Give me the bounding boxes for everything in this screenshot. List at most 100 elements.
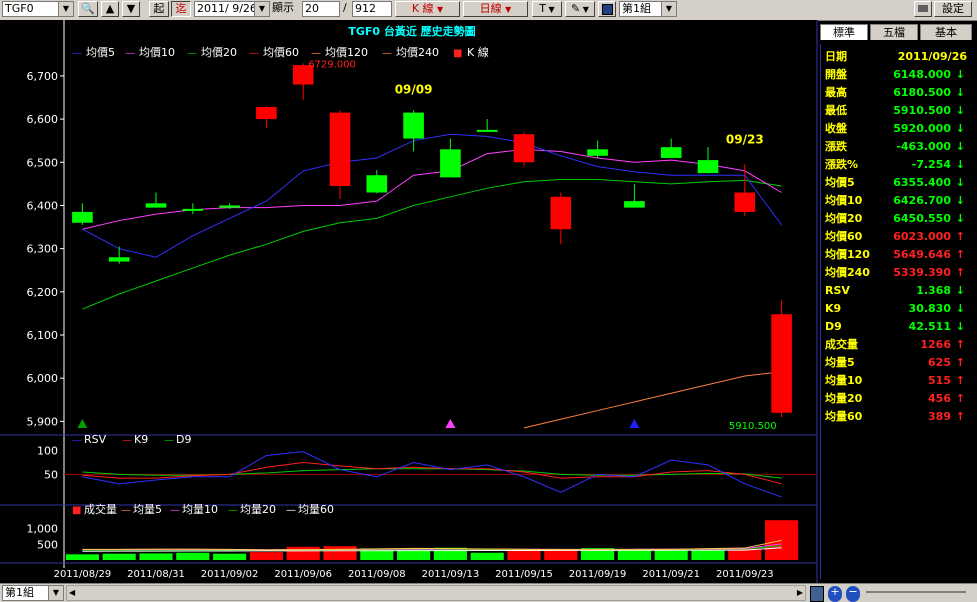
legend-label: K9 [134,433,148,446]
chart-type-button[interactable]: K 線 ▼ [395,1,460,17]
info-label: 最高 [825,86,847,99]
symbol-select[interactable]: TGF0 ▼ [2,1,74,17]
info-value: 1266 [920,338,951,351]
info-value: 515 [928,374,951,387]
volume-bar [249,552,283,560]
latest-button[interactable]: 迄 [171,1,191,17]
print-button[interactable] [914,1,932,17]
info-value: 6023.000 [893,230,951,243]
legend-label: 均量20 [240,503,276,516]
info-row: 收盤 5920.000 ↓ [825,120,971,138]
info-row: 均量20 456 ↑ [825,390,971,408]
chevron-down-icon[interactable]: ▼ [254,2,269,16]
scroll-left-icon[interactable]: ◀ [69,586,75,600]
info-value: 6180.500 [893,86,951,99]
search-button[interactable]: 🔍 [78,1,98,17]
legend-marker: — [286,505,296,516]
volume-bar [617,550,651,560]
arrow-up-icon: ↑ [955,230,965,243]
info-value: 5649.646 [893,248,951,261]
candle-body [329,112,351,187]
info-value: 6426.700 [893,194,951,207]
zoom-fit-icon[interactable] [810,586,824,602]
legend-marker: — [164,435,174,446]
legend-marker: — [72,48,82,59]
info-row: 漲跌 -463.000 ↓ [825,138,971,156]
zoom-in-icon[interactable]: + [828,586,842,602]
chevron-down-icon[interactable]: ▼ [48,586,63,600]
toolbar: TGF0 ▼ 🔍 ▲ ▼ 起 迄 2011/ 9/26 ▼ 顯示 20 / 91… [0,0,977,21]
date-select[interactable]: 2011/ 9/26 ▼ [194,1,270,17]
display-count-input[interactable]: 20 [302,1,340,17]
info-row: 均價20 6450.550 ↓ [825,210,971,228]
volume-bar [765,520,799,560]
stock-chart[interactable]: TGF0 台黃近 歷史走勢圖 — 均價5 — 均價10 — 均價20 — 均價60 — 均價120 —… [0,20,818,583]
draw-tool-button[interactable]: ✎ ▼ [565,1,595,17]
candle-body [108,257,130,262]
scroll-right-icon[interactable]: ▶ [797,586,803,600]
volume-bar [397,549,431,560]
chevron-down-icon[interactable]: ▼ [661,2,676,16]
volume-bar [286,546,320,560]
move-up-button[interactable]: ▲ [101,1,119,17]
y-tick-label: 6,200 [27,286,59,299]
info-label: 漲跌 [825,140,847,153]
start-button[interactable]: 起 [149,1,169,17]
y-tick-label: 6,600 [27,113,59,126]
group-select[interactable]: 第1組 ▼ [619,1,677,17]
candle-body [734,192,756,212]
legend-label: 均價120 [325,45,368,59]
info-row: RSV 1.368 ↓ [825,282,971,300]
legend-marker: ■ [72,505,81,516]
info-row: 成交量 1266 ↑ [825,336,971,354]
save-button[interactable] [598,1,616,17]
tab-five-levels[interactable]: 五檔 [870,24,918,40]
period-button[interactable]: 日線 ▼ [463,1,528,17]
triangle-down-icon: ▼ [126,2,136,15]
horizontal-scrollbar[interactable]: ◀ ▶ [66,585,806,601]
info-label: 均量60 [825,410,863,423]
x-tick-label: 2011/09/23 [716,569,774,580]
legend-label: 均量5 [133,503,162,516]
volume-bar [102,553,136,560]
date-value: 2011/ 9/26 [197,2,257,15]
candle-body [256,107,277,120]
volume-tick-label: 1,000 [27,523,59,536]
candle-body [660,147,682,158]
chevron-down-icon[interactable]: ▼ [58,2,73,16]
status-group-select[interactable]: 第1組 ▼ [2,585,64,601]
y-tick-label: 6,500 [27,156,59,169]
info-row: 日期 2011/09/26 [825,48,971,66]
info-row: D9 42.511 ↓ [825,318,971,336]
tab-basic[interactable]: 基本 [920,24,972,40]
text-tool-button[interactable]: T ▼ [532,1,562,17]
info-value: 5910.500 [893,104,951,117]
tab-standard[interactable]: 標準 [820,24,868,40]
move-down-button[interactable]: ▼ [122,1,140,17]
info-label: RSV [825,284,850,297]
settings-button[interactable]: 設定 [934,1,972,17]
zoom-slider[interactable] [866,591,966,593]
total-count-field: 912 [352,1,392,17]
candle-body [440,149,461,178]
zoom-out-icon[interactable]: − [846,586,860,602]
candle-body [513,134,535,163]
info-label: 收盤 [825,122,847,135]
info-label: 日期 [825,50,847,63]
info-label: D9 [825,320,842,333]
arrow-down-icon: ↓ [955,320,965,333]
volume-bar [65,554,99,560]
info-label: K9 [825,302,842,315]
kd-tick-label: 50 [44,468,58,481]
info-value: 42.511 [908,320,951,333]
arrow-up-icon: ↑ [955,338,965,351]
candle-body [771,314,792,413]
info-value: 2011/09/26 [897,50,967,63]
info-value: 1.368 [916,284,951,297]
chart-type-label: K 線 [411,2,434,15]
x-tick-label: 2011/08/31 [127,569,185,580]
info-row: K9 30.830 ↓ [825,300,971,318]
volume-bar [323,546,357,560]
legend-marker: — [125,48,135,59]
info-value: 625 [928,356,951,369]
